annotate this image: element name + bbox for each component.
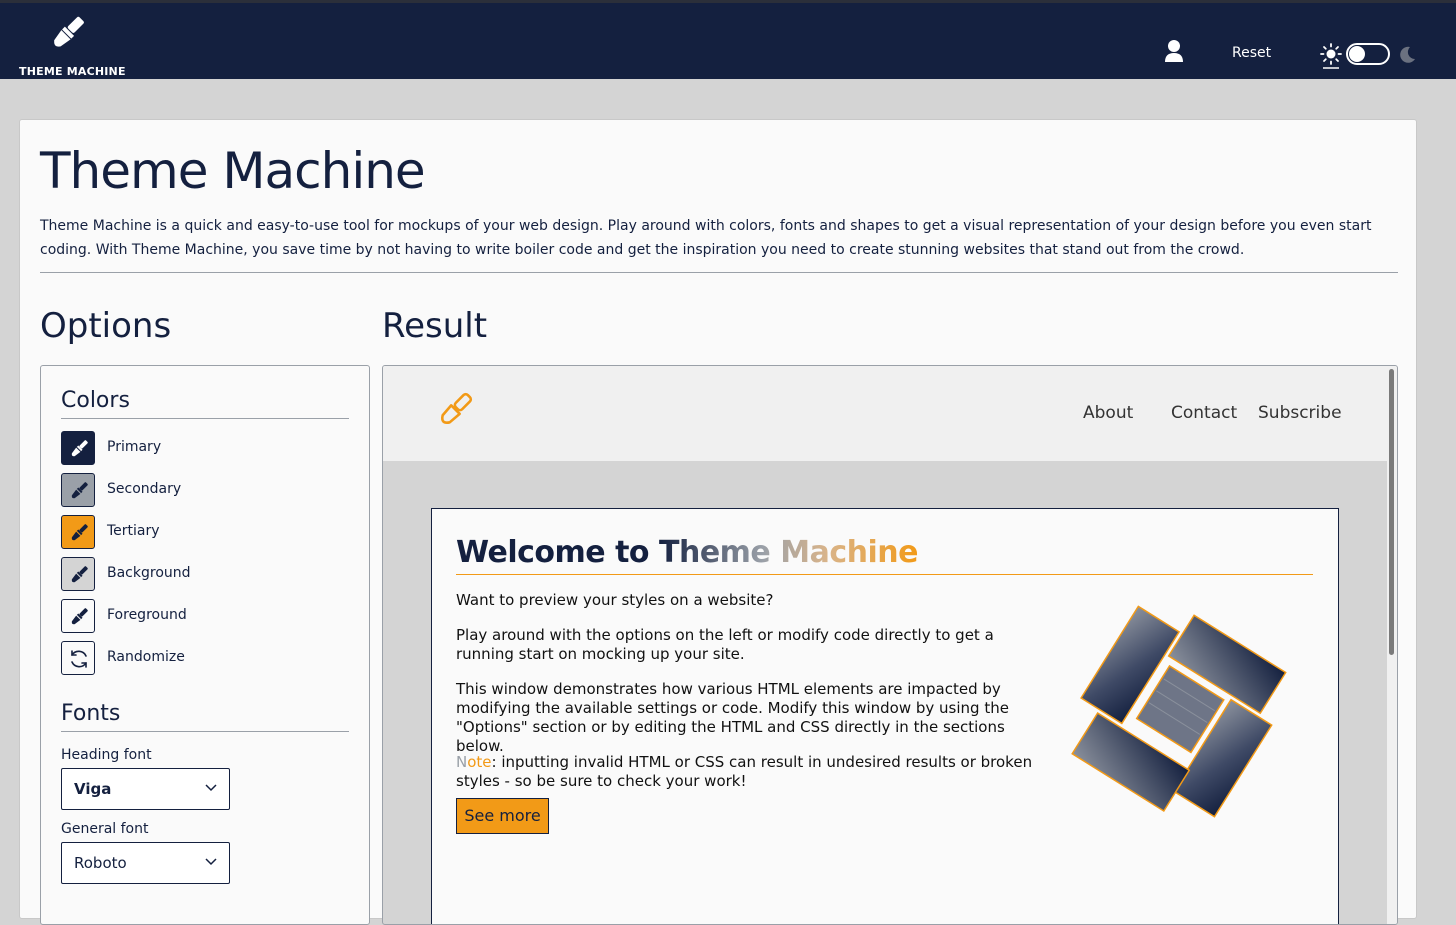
theme-toggle[interactable]	[1346, 43, 1390, 65]
options-panel: Colors Primary Secondary Tertiary Backgr…	[40, 365, 370, 925]
brush-icon	[61, 431, 95, 465]
note-text: : inputting invalid HTML or CSS can resu…	[456, 753, 1033, 790]
brush-icon	[61, 473, 95, 507]
page-title: Theme Machine	[40, 142, 426, 200]
user-icon	[1165, 40, 1183, 62]
chevron-down-icon	[205, 784, 217, 792]
color-option-tertiary[interactable]: Tertiary	[61, 515, 341, 549]
preview-link-subscribe[interactable]: Subscribe	[1258, 403, 1342, 423]
toggle-knob	[1349, 46, 1365, 62]
color-label-primary: Primary	[107, 439, 162, 455]
options-heading: Options	[40, 306, 172, 346]
color-label-background: Background	[107, 565, 191, 581]
main-card: Theme Machine Theme Machine is a quick a…	[19, 119, 1417, 925]
preview-rule	[456, 574, 1313, 575]
colors-title: Colors	[61, 388, 130, 413]
result-preview[interactable]: About Contact Subscribe Welcome to Theme…	[382, 365, 1398, 925]
paintbrush-icon[interactable]	[431, 388, 477, 434]
divider	[40, 272, 1398, 273]
brush-icon	[61, 599, 95, 633]
preview-p2: Play around with the options on the left…	[456, 626, 994, 663]
brand-logo[interactable]: THEME MACHINE	[18, 13, 125, 78]
fonts-rule	[61, 731, 349, 732]
brush-icon	[61, 557, 95, 591]
tiles-illustration	[1071, 605, 1287, 818]
reset-button[interactable]: Reset	[1232, 45, 1271, 61]
general-font-select[interactable]: Roboto	[61, 842, 230, 884]
brush-icon	[61, 515, 95, 549]
preview-scrollbar[interactable]	[1387, 366, 1397, 924]
color-option-secondary[interactable]: Secondary	[61, 473, 341, 507]
preview-card: Welcome to Theme Machine Want to preview…	[431, 508, 1339, 924]
colors-rule	[61, 418, 349, 419]
moon-icon[interactable]	[1397, 45, 1417, 65]
preview-p1: Want to preview your styles on a website…	[456, 591, 774, 609]
preview-title-a: Welcome to	[456, 535, 659, 570]
randomize-label: Randomize	[107, 649, 185, 665]
color-option-primary[interactable]: Primary	[61, 431, 341, 465]
fonts-title: Fonts	[61, 701, 121, 726]
chevron-down-icon	[205, 858, 217, 866]
preview-title: Welcome to Theme Machine	[456, 535, 918, 570]
preview-note: Note: inputting invalid HTML or CSS can …	[456, 753, 1036, 791]
color-label-foreground: Foreground	[107, 607, 187, 623]
preview-title-b: Theme Machine	[659, 535, 918, 570]
intro-text: Theme Machine is a quick and easy-to-use…	[40, 218, 1372, 258]
heading-font-value: Viga	[74, 780, 112, 798]
result-heading: Result	[382, 306, 488, 346]
note-prefix-b: ote	[467, 753, 492, 771]
heading-font-select[interactable]: Viga	[61, 768, 230, 810]
preview-link-contact[interactable]: Contact	[1171, 403, 1237, 423]
color-label-secondary: Secondary	[107, 481, 182, 497]
randomize-button[interactable]: Randomize	[61, 641, 341, 675]
heading-font-label: Heading font	[61, 747, 152, 763]
preview-navbar: About Contact Subscribe	[383, 366, 1387, 461]
user-button[interactable]	[1162, 39, 1186, 65]
preview-p3: This window demonstrates how various HTM…	[456, 680, 1009, 755]
paintbrush-icon	[54, 16, 84, 47]
sun-icon[interactable]	[1320, 43, 1342, 69]
color-label-tertiary: Tertiary	[107, 523, 160, 539]
preview-link-about[interactable]: About	[1083, 403, 1133, 423]
brand-name: THEME MACHINE	[19, 65, 126, 78]
color-option-foreground[interactable]: Foreground	[61, 599, 341, 633]
general-font-value: Roboto	[74, 854, 127, 872]
scroll-thumb[interactable]	[1389, 369, 1394, 655]
top-navbar: THEME MACHINE Reset	[0, 3, 1456, 79]
see-more-button[interactable]: See more	[456, 798, 549, 834]
refresh-icon	[61, 641, 95, 675]
note-prefix-a: N	[456, 753, 468, 771]
color-option-background[interactable]: Background	[61, 557, 341, 591]
general-font-label: General font	[61, 821, 149, 837]
